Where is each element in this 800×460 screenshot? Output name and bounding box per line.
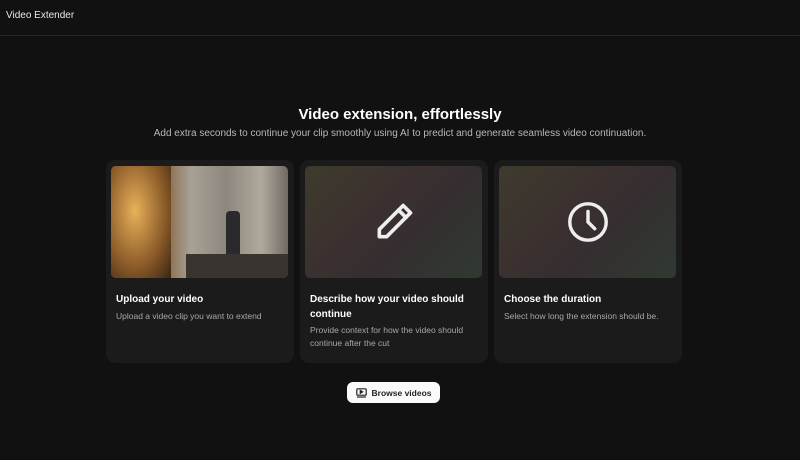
video-library-icon	[355, 387, 367, 398]
browse-videos-button[interactable]: Browse videos	[347, 382, 440, 403]
step-description: Provide context for how the video should…	[310, 325, 464, 348]
step-card-describe: Describe how your video should continue …	[300, 160, 488, 363]
pencil-icon	[377, 203, 412, 239]
app-title: Video Extender	[6, 10, 75, 21]
step-description: Upload a video clip you want to extend	[116, 311, 262, 321]
step-card-duration: Choose the duration Select how long the …	[494, 160, 682, 363]
hero-title: Video extension, effortlessly	[298, 106, 502, 123]
step-card-upload: Upload your video Upload a video clip yo…	[106, 160, 294, 363]
browse-videos-label: Browse videos	[371, 387, 432, 398]
step-title: Upload your video	[116, 294, 204, 305]
step-title: Describe how your video should continue	[310, 294, 464, 320]
clock-icon	[567, 202, 608, 242]
hero-subtitle: Add extra seconds to continue your clip …	[153, 128, 647, 139]
step-description: Select how long the extension should be.	[504, 311, 659, 321]
top-bar: Video Extender	[0, 0, 800, 36]
step-title: Choose the duration	[504, 294, 602, 305]
video-thumbnail	[111, 166, 288, 278]
